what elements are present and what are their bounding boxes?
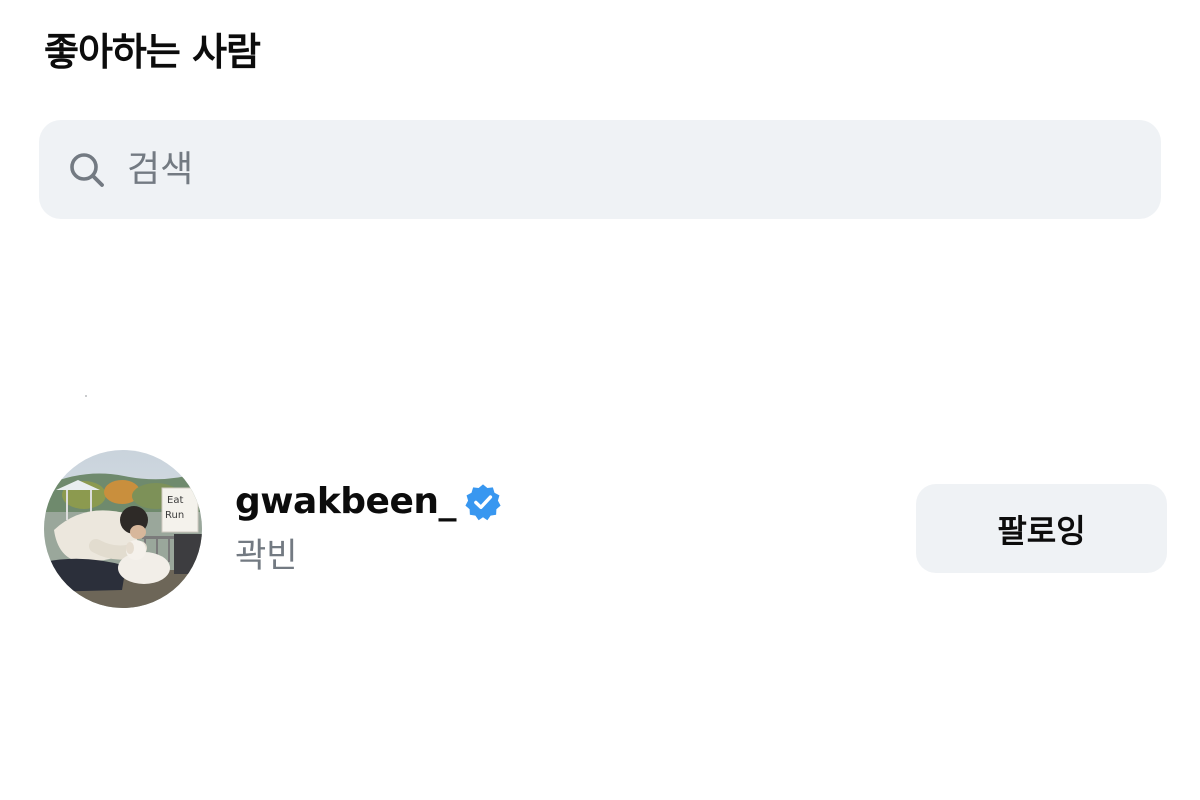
search-input[interactable] [127,139,1027,200]
search-bar[interactable] [39,120,1161,219]
verified-badge-icon [464,483,502,521]
following-button[interactable]: 팔로잉 [916,484,1167,573]
list-item[interactable]: Eat Run gwakbeen_ 곽빈 팔로잉 [44,450,1168,608]
divider-speck [85,395,87,397]
user-info: gwakbeen_ 곽빈 [235,478,502,578]
likes-page: 좋아하는 사람 검색 Eat Run gwakbeen_ 곽빈 팔로잉 [0,0,1200,800]
full-name: 곽빈 [235,536,298,576]
page-title: 좋아하는 사람 [44,30,261,74]
avatar[interactable]: Eat Run [44,450,202,608]
username[interactable]: gwakbeen_ [235,478,457,526]
svg-text:Run: Run [165,510,184,521]
svg-text:Eat: Eat [167,495,183,506]
search-icon [67,150,107,190]
username-line: gwakbeen_ [235,478,502,526]
